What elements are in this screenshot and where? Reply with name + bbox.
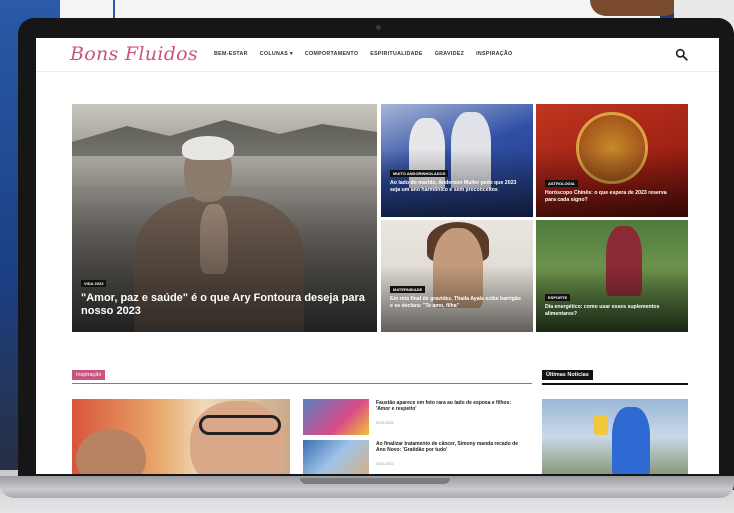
site-logo[interactable]: Bons Fluidos	[70, 43, 198, 65]
news-thumb-simony[interactable]	[303, 440, 369, 474]
selfie-face-right	[190, 401, 286, 474]
hero-main-article[interactable]: VIDA 2023 "Amor, paz e saúde" é o que Ar…	[72, 104, 377, 332]
news-thumb-faustao[interactable]	[303, 399, 369, 435]
ultimas-noticias-image[interactable]	[542, 399, 688, 474]
side-photo-woman	[612, 407, 650, 474]
news-title-faustao[interactable]: Faustão aparece em foto rara ao lado de …	[376, 400, 526, 412]
section-rule-ultimas-noticias	[542, 383, 688, 385]
background-mug	[590, 0, 680, 16]
hero-tile-esporte[interactable]: ESPORTE Dia energético: como usar esses …	[536, 220, 688, 332]
news-date-simony: 02/01/2023	[376, 462, 394, 466]
laptop-screen: Bons Fluidos BEM-ESTAR COLUNAS ▾ COMPORT…	[36, 38, 719, 474]
hero-main-tag[interactable]: VIDA 2023	[81, 280, 107, 287]
hero-tile-horoscopo[interactable]: ASTROLOGIA Horóscopo Chinês: o que esper…	[536, 104, 688, 217]
main-nav: BEM-ESTAR COLUNAS ▾ COMPORTAMENTO ESPIRI…	[214, 51, 512, 57]
nav-item-inspiracao[interactable]: INSPIRAÇÃO	[476, 51, 512, 57]
section-label-ultimas-noticias[interactable]: Últimas Notícias	[542, 370, 593, 380]
inspiracao-feature-image[interactable]	[72, 399, 290, 474]
hero-tile-thaila[interactable]: MATERNIDADE Em reta final de gravidez, T…	[381, 220, 533, 332]
news-date-faustao: 02/01/2023	[376, 421, 394, 425]
nav-item-gravidez[interactable]: GRAVIDEZ	[435, 51, 464, 57]
tile-b-title[interactable]: Horóscopo Chinês: o que espera de 2023 r…	[545, 190, 679, 203]
nav-item-comportamento[interactable]: COMPORTAMENTO	[305, 51, 358, 57]
news-title-simony[interactable]: Ao finalizar tratamento de câncer, Simon…	[376, 441, 526, 453]
selfie-face-left	[76, 429, 146, 474]
tile-b-tag[interactable]: ASTROLOGIA	[545, 180, 578, 187]
tile-a-title[interactable]: Ao lado do marido, Anderson Muller pede …	[390, 180, 524, 193]
tile-a-tag[interactable]: MUITO ANDORINHOLADOS	[390, 170, 449, 177]
nav-item-colunas[interactable]: COLUNAS ▾	[260, 51, 293, 57]
section-rule-inspiracao	[72, 383, 532, 384]
side-photo-bottle	[594, 415, 608, 435]
section-label-inspiracao[interactable]: Inspiração	[72, 370, 106, 380]
laptop-camera	[376, 25, 381, 30]
hero-person-hair	[182, 136, 234, 160]
search-icon[interactable]	[675, 48, 688, 61]
hero-tile-anderson[interactable]: MUITO ANDORINHOLADOS Ao lado do marido, …	[381, 104, 533, 217]
site-header: Bons Fluidos BEM-ESTAR COLUNAS ▾ COMPORT…	[36, 38, 719, 72]
nav-item-espiritualidade[interactable]: ESPIRITUALIDADE	[370, 51, 422, 57]
tile-c-tag[interactable]: MATERNIDADE	[390, 286, 426, 293]
laptop-hinge-notch	[300, 478, 450, 484]
tile-d-title[interactable]: Dia energético: como usar esses suplemen…	[545, 304, 679, 317]
selfie-glasses	[199, 415, 281, 435]
tile-c-title[interactable]: Em reta final de gravidez, Thaila Ayala …	[390, 296, 524, 309]
tile-d-tag[interactable]: ESPORTE	[545, 294, 571, 301]
hero-main-title[interactable]: "Amor, paz e saúde" é o que Ary Fontoura…	[81, 292, 366, 318]
nav-item-bem-estar[interactable]: BEM-ESTAR	[214, 51, 248, 57]
